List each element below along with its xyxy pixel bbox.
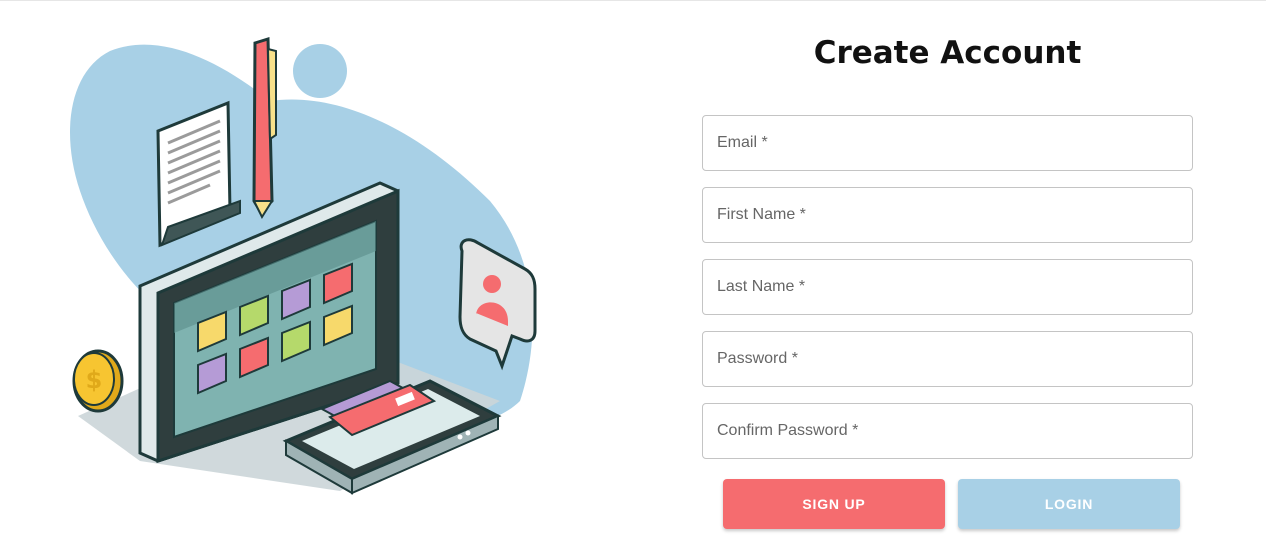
sign-up-button[interactable]: SIGN UP — [723, 479, 945, 529]
email-field-container — [702, 115, 1193, 171]
email-field[interactable] — [703, 116, 1192, 170]
confirm-password-field[interactable] — [703, 404, 1192, 458]
svg-text:$: $ — [86, 366, 103, 394]
background-circle — [293, 44, 347, 98]
confirm-password-field-container — [702, 403, 1193, 459]
last-name-field[interactable] — [703, 260, 1192, 314]
password-field[interactable] — [703, 332, 1192, 386]
form-actions: SIGN UP LOGIN — [723, 479, 1180, 529]
signup-form — [702, 115, 1193, 475]
first-name-field[interactable] — [703, 188, 1192, 242]
last-name-field-container — [702, 259, 1193, 315]
dollar-coin-icon: $ — [72, 349, 124, 413]
computer-signup-illustration: $ — [70, 36, 537, 495]
pen-icon — [252, 36, 277, 220]
signup-page: $ Create Account Email * First Name * La… — [0, 0, 1266, 557]
first-name-field-container — [702, 187, 1193, 243]
login-button[interactable]: LOGIN — [958, 479, 1180, 529]
password-field-container — [702, 331, 1193, 387]
page-title: Create Account — [813, 35, 1082, 71]
